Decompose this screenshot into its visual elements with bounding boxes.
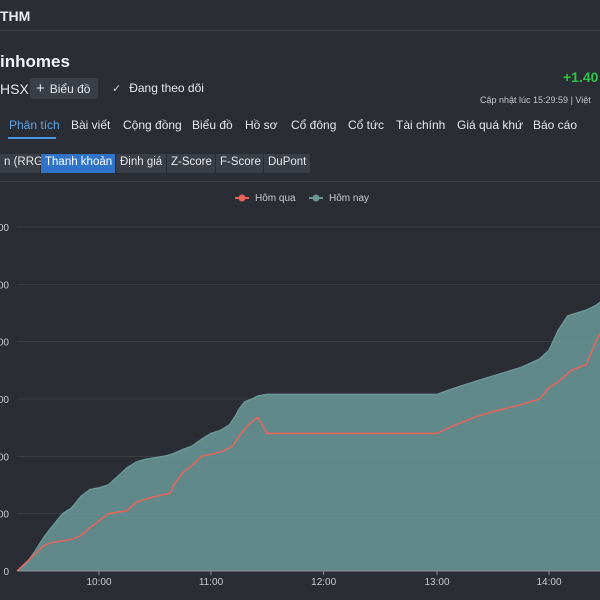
add-chart-button[interactable]: + Biểu đồ	[30, 78, 98, 99]
y-tick-label: 00	[0, 452, 9, 463]
y-tick-label: 00	[0, 280, 9, 291]
legend-label: Hôm nay	[329, 193, 369, 204]
tab-gia-qua-khu[interactable]: Giá quá khứ	[457, 118, 523, 132]
updated-time: Cập nhật lúc 15:29:59 | Việt	[480, 95, 591, 105]
liquidity-chart-svg: 000000000000010:00 11:00 12:00 13:00 14:00Hô…	[0, 193, 600, 588]
top-bar: THM	[0, 0, 600, 31]
y-tick-label: 00	[0, 395, 9, 406]
x-tick-label: 12:00	[311, 577, 336, 588]
subtab-rrg[interactable]: n (RRG)	[0, 154, 47, 173]
legend-swatch-dot	[238, 194, 246, 202]
plus-icon: +	[36, 80, 45, 97]
follow-toggle[interactable]: ✓ Đang theo dõi	[112, 81, 204, 95]
today-area	[17, 302, 600, 571]
y-tick-label: 00	[0, 338, 9, 349]
tab-tai-chinh[interactable]: Tài chính	[396, 118, 445, 132]
liquidity-chart: 00 00 00 00 00 00 0 10:00 11:00 12:00 13:00 14:00 Hô…	[0, 181, 600, 600]
subtab-z-score[interactable]: Z-Score	[167, 154, 216, 173]
tab-cong-dong[interactable]: Cộng đồng	[123, 118, 182, 132]
subtab-dinh-gia[interactable]: Định giá	[116, 154, 167, 173]
y-tick-label: 00	[0, 510, 9, 521]
add-chart-button-label: Biểu đồ	[49, 81, 91, 96]
active-tab-indicator	[8, 137, 56, 139]
ticker-label: THM	[0, 8, 31, 24]
exchange-label: HSX	[0, 81, 29, 97]
y-tick-label: 0	[3, 567, 9, 578]
main-tabs: Phân tích Bài viết Cộng đồng Biểu đồ Hồ …	[0, 118, 600, 142]
follow-label: Đang theo dõi	[129, 81, 204, 95]
price-change: +1.40	[563, 69, 599, 85]
x-tick-label: 10:00	[86, 577, 111, 588]
tab-co-tuc[interactable]: Cổ tức	[348, 118, 384, 132]
legend-swatch-dot	[312, 194, 320, 202]
tab-bieu-do[interactable]: Biểu đồ	[192, 118, 233, 132]
x-tick-label: 11:00	[199, 577, 224, 588]
legend-label: Hôm qua	[255, 193, 296, 204]
tab-bai-viet[interactable]: Bài viết	[71, 118, 110, 132]
check-icon: ✓	[112, 82, 122, 95]
tab-co-dong[interactable]: Cổ đông	[291, 118, 336, 132]
subtab-thanh-khoan[interactable]: Thanh khoản	[41, 154, 116, 173]
tab-ho-so[interactable]: Hồ sơ	[245, 118, 278, 132]
x-tick-label: 13:00	[424, 577, 449, 588]
subtab-f-score[interactable]: F-Score	[216, 154, 264, 173]
subtab-dupont[interactable]: DuPont	[264, 154, 311, 173]
tab-phan-tich[interactable]: Phân tích	[9, 118, 60, 132]
tab-bao-cao[interactable]: Báo cáo	[533, 118, 577, 132]
y-tick-label: 00	[0, 223, 9, 234]
x-tick-label: 14:00	[536, 577, 561, 588]
company-name: inhomes	[0, 52, 70, 71]
